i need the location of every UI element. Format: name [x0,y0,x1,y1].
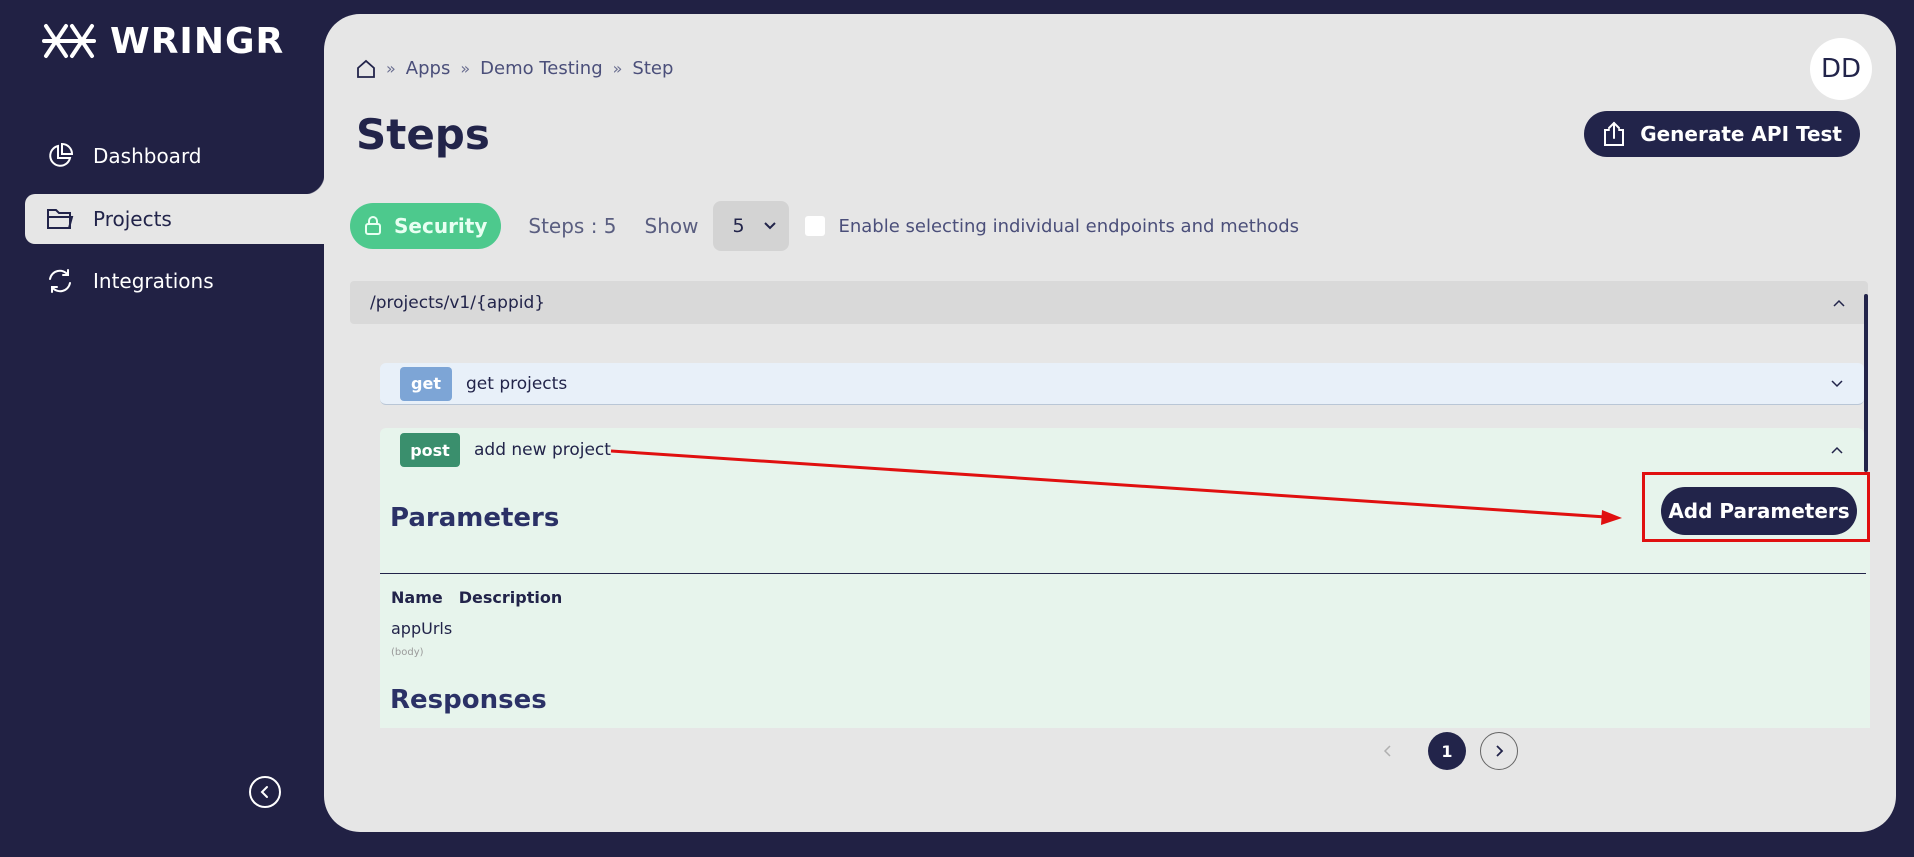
operation-summary: get projects [466,373,568,394]
collapse-sidebar-button[interactable] [249,776,281,808]
chevron-down-icon [763,222,776,230]
breadcrumb-separator-icon: » [460,59,471,78]
operation-post-details: Parameters Add Parameters Name Descripti… [380,472,1870,728]
scrollbar[interactable] [1864,294,1868,472]
chevron-right-icon [1496,745,1504,757]
sidebar-item-label: Integrations [93,269,214,293]
security-label: Security [394,214,488,238]
share-upload-icon [1604,121,1625,146]
breadcrumb-step[interactable]: Step [632,58,673,79]
page-number-button[interactable]: 1 [1428,732,1466,770]
column-name-header: Name [391,588,443,607]
show-count-select[interactable]: 5 [712,201,789,251]
chevron-down-icon[interactable] [1830,379,1844,389]
steps-toolbar: Security Steps : 5 Show 5 Enable selecti… [350,201,1300,251]
add-parameters-button[interactable]: Add Parameters [1661,487,1857,535]
pie-chart-icon [45,141,75,171]
breadcrumb-separator-icon: » [386,59,396,78]
lock-icon [365,216,381,235]
page-title: Steps [356,110,490,159]
responses-heading: Responses [390,685,547,715]
sidebar-item-label: Dashboard [93,144,202,168]
method-badge-get: get [400,366,452,401]
sidebar-item-label: Projects [93,207,172,231]
parameters-heading: Parameters [390,503,560,533]
breadcrumb-apps[interactable]: Apps [406,58,451,79]
refresh-icon [45,266,75,296]
breadcrumb-separator-icon: » [612,59,623,78]
brand-name: WRINGR [110,20,285,62]
generate-api-test-label: Generate API Test [1640,122,1842,146]
divider [380,573,1866,574]
sidebar-item-dashboard[interactable]: Dashboard [25,131,324,181]
method-badge-post: post [400,433,460,467]
parameter-location: (body) [391,647,424,658]
enable-individual-endpoints-label[interactable]: Enable selecting individual endpoints an… [839,216,1300,237]
column-description-header: Description [458,588,563,607]
generate-api-test-button[interactable]: Generate API Test [1584,111,1860,157]
parameters-table-header: Name Description [391,588,562,607]
chevron-up-icon[interactable] [1832,298,1846,308]
sidebar: WRINGR Dashboard Projects Integrations [0,0,324,857]
breadcrumb-demo-testing[interactable]: Demo Testing [480,58,602,79]
home-icon[interactable] [356,59,376,79]
endpoint-path: /projects/v1/{appid} [370,292,546,313]
wringr-logo-icon [42,24,96,58]
main-panel: » Apps » Demo Testing » Step DD Steps Ge… [324,14,1896,832]
chevron-up-icon[interactable] [1830,445,1844,455]
sidebar-item-projects[interactable]: Projects [25,174,324,244]
steps-count: Steps : 5 [528,214,617,238]
security-button[interactable]: Security [350,203,502,249]
pagination: 1 [1376,732,1518,770]
chevron-left-icon [260,786,268,798]
next-page-button[interactable] [1480,732,1518,770]
previous-page-button[interactable] [1376,740,1398,762]
endpoint-path-row[interactable]: /projects/v1/{appid} [350,281,1868,324]
operation-summary: add new project [474,440,611,460]
avatar[interactable]: DD [1810,38,1872,100]
show-label: Show [644,214,699,238]
sidebar-item-integrations[interactable]: Integrations [25,256,324,306]
enable-individual-endpoints-checkbox[interactable] [804,216,825,236]
folder-icon [45,204,75,234]
breadcrumb: » Apps » Demo Testing » Step [356,58,673,79]
operation-post-row[interactable]: post add new project [380,428,1864,472]
parameter-name: appUrls [391,619,453,638]
brand-logo[interactable]: WRINGR [42,18,284,64]
annotation-highlight-box: Add Parameters [1642,472,1870,542]
show-count-value: 5 [732,215,745,237]
chevron-left-icon [1383,745,1391,757]
operation-get-row[interactable]: get get projects [380,363,1864,405]
